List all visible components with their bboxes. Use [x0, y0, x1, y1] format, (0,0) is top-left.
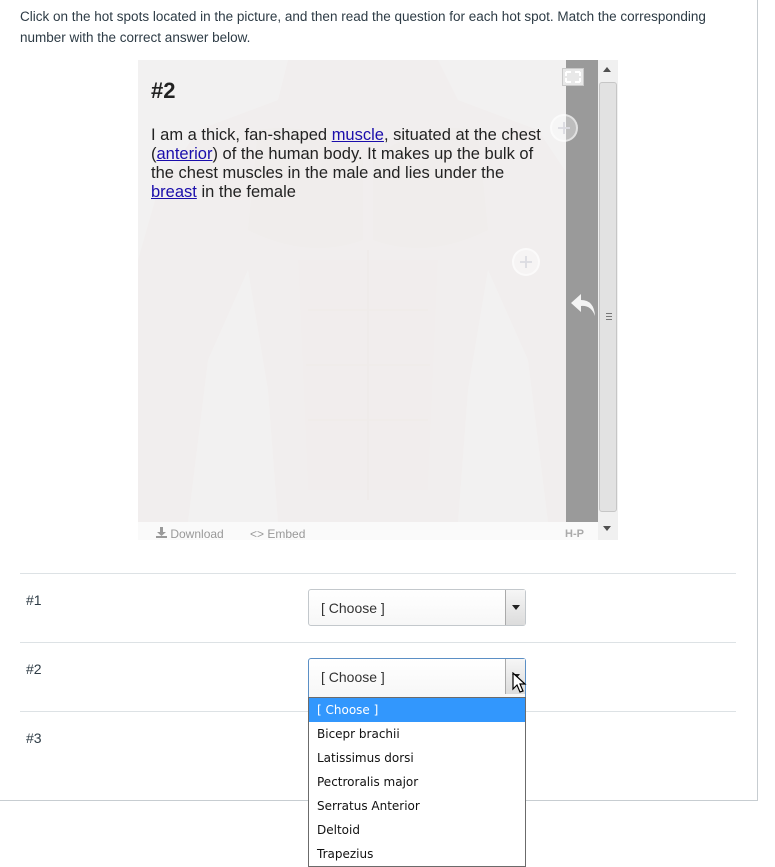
dropdown-option[interactable]: Deltoid	[309, 818, 525, 842]
download-label: Download	[170, 527, 224, 540]
popup-title: #2	[151, 78, 176, 103]
embed-label: Embed	[267, 527, 306, 540]
scroll-down-icon[interactable]	[603, 526, 611, 531]
grip-icon	[606, 313, 612, 314]
select-value: [ Choose ]	[321, 669, 385, 685]
hotspot-popup: #2 I am a thick, fan-shaped muscle, situ…	[138, 60, 566, 522]
scroll-thumb[interactable]	[599, 82, 617, 512]
embed-icon: <>	[250, 527, 265, 540]
question-label-3: #3	[26, 730, 42, 746]
popup-text: I am a thick, fan-shaped muscle, situate…	[151, 126, 551, 202]
answer-select-1[interactable]: [ Choose ]	[308, 589, 526, 626]
download-button[interactable]: Download	[156, 527, 224, 540]
embed-button[interactable]: <> Embed	[250, 527, 305, 540]
breast-link[interactable]: breast	[151, 183, 197, 201]
h5p-logo[interactable]: H-P	[565, 528, 584, 540]
row-divider	[20, 573, 736, 574]
chevron-down-icon[interactable]	[505, 590, 525, 625]
h5p-footer: Download <> Embed H-P	[138, 522, 598, 540]
instructions-text: Click on the hot spots located in the pi…	[20, 9, 706, 45]
back-arrow-icon[interactable]	[570, 292, 598, 318]
h5p-image-hotspots: #2 I am a thick, fan-shaped muscle, situ…	[138, 60, 618, 540]
answer-dropdown-list[interactable]: [ Choose ] Bicepr brachii Latissimus dor…	[308, 697, 526, 867]
mouse-cursor-icon	[512, 672, 527, 693]
fullscreen-icon[interactable]	[562, 68, 584, 86]
question-label-2: #2	[26, 661, 42, 677]
popup-text-part: in the female	[196, 183, 296, 201]
row-divider	[20, 642, 736, 643]
hotspot-image-stage: #2 I am a thick, fan-shaped muscle, situ…	[138, 60, 598, 522]
quiz-page: Click on the hot spots located in the pi…	[0, 0, 758, 801]
anterior-link[interactable]: anterior	[157, 145, 213, 163]
answer-select-2[interactable]: [ Choose ]	[308, 658, 526, 697]
dropdown-option[interactable]: Bicepr brachii	[309, 722, 525, 746]
dropdown-option[interactable]: Pectroralis major	[309, 770, 525, 794]
fullscreen-glyph	[565, 71, 581, 83]
dropdown-option[interactable]: Serratus Anterior	[309, 794, 525, 818]
hotspot-1-icon[interactable]	[550, 114, 578, 142]
dropdown-option[interactable]: Latissimus dorsi	[309, 746, 525, 770]
hotspot-3-icon[interactable]	[512, 248, 540, 276]
download-icon	[156, 527, 167, 538]
dropdown-option[interactable]: Trapezius	[309, 842, 525, 866]
iframe-scrollbar[interactable]	[598, 60, 618, 540]
muscle-link[interactable]: muscle	[332, 126, 384, 144]
question-label-1: #1	[26, 592, 42, 608]
dropdown-option[interactable]: [ Choose ]	[309, 698, 525, 722]
scroll-up-icon[interactable]	[603, 67, 611, 72]
select-value: [ Choose ]	[321, 600, 385, 616]
popup-text-part: I am a thick, fan-shaped	[151, 126, 332, 144]
